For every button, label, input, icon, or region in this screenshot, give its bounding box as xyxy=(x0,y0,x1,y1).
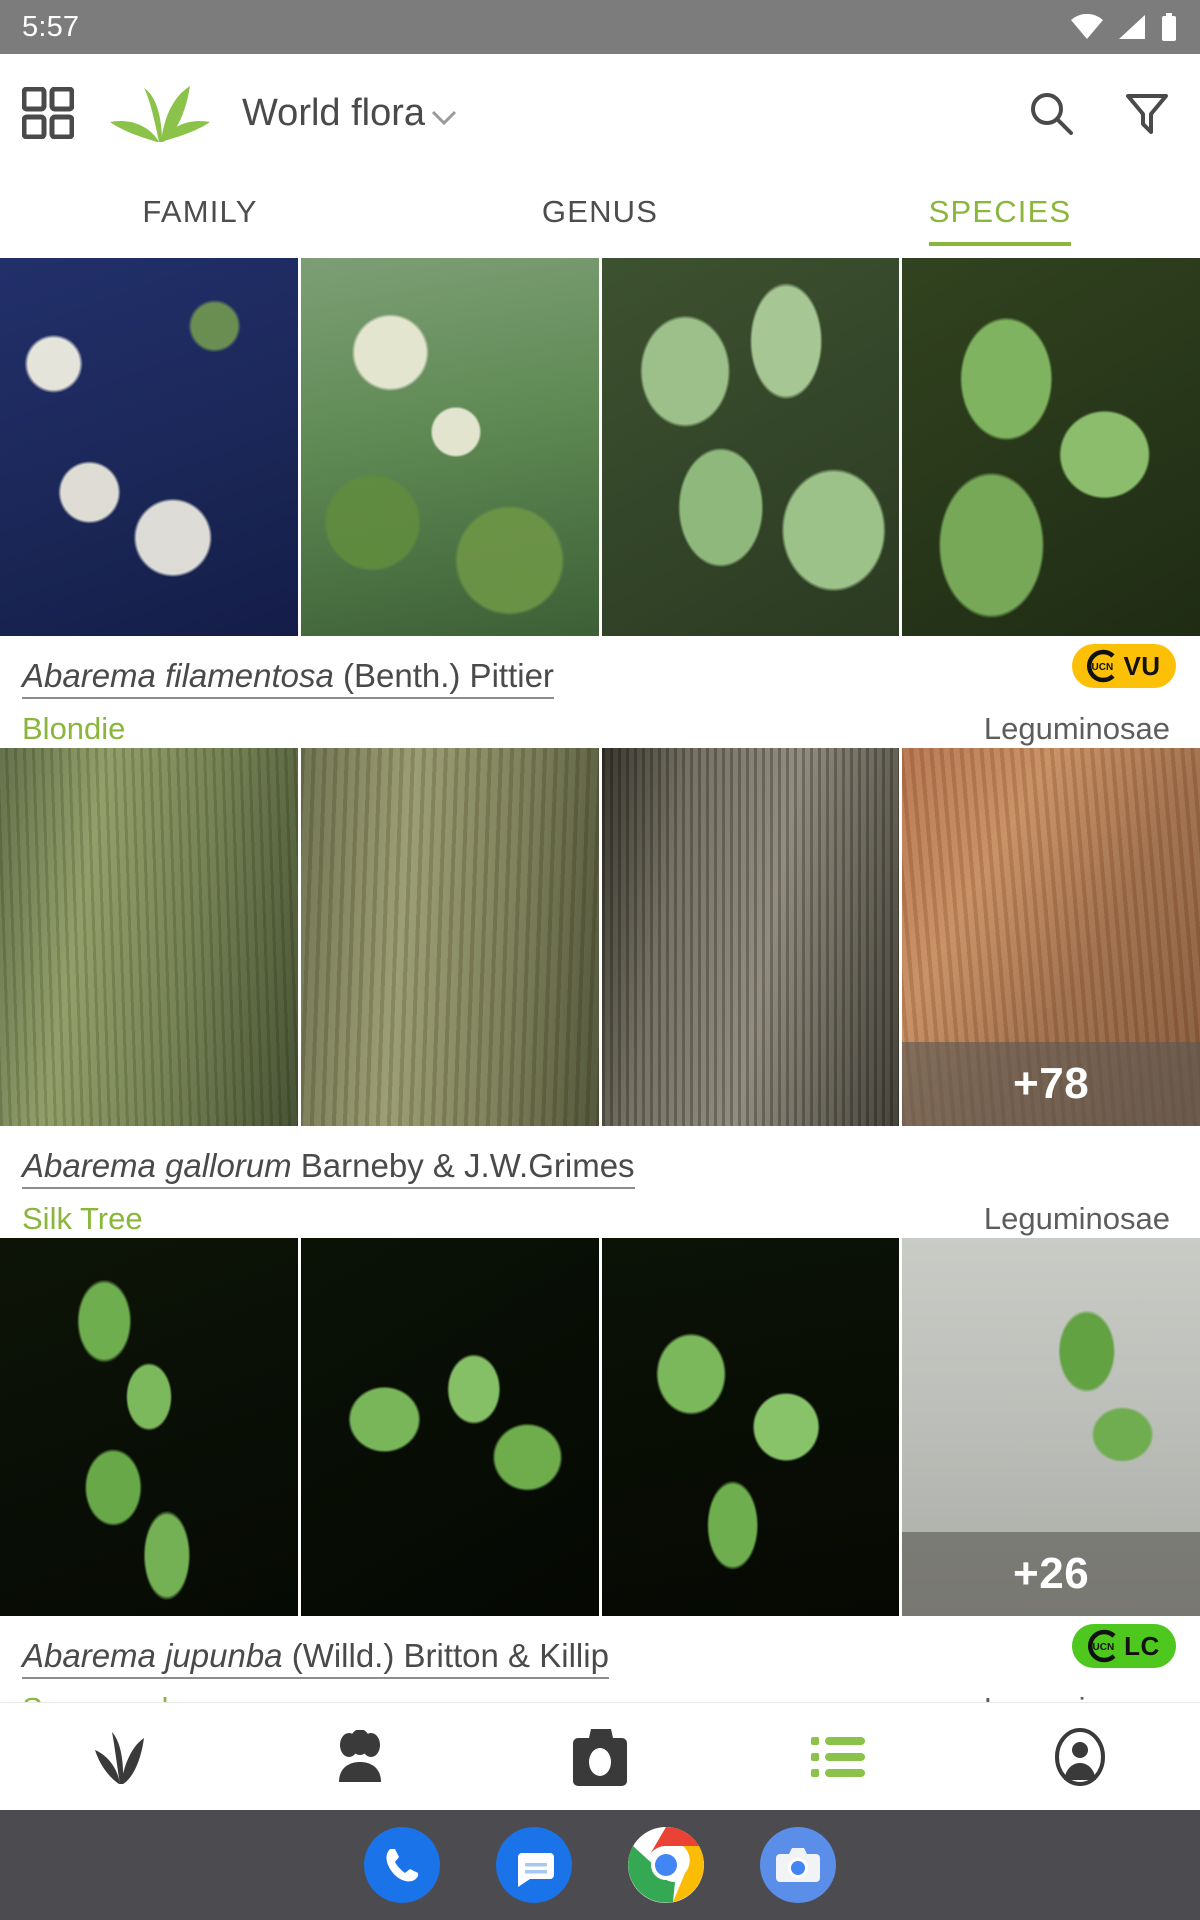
thumbnail-strip xyxy=(0,258,1200,636)
tab-bar: FAMILY GENUS SPECIES xyxy=(0,172,1200,258)
species-thumbnail[interactable] xyxy=(300,258,599,636)
species-thumbnail[interactable] xyxy=(300,748,599,1126)
iucn-logo-icon: IUCN xyxy=(1083,648,1119,684)
list-item[interactable]: +78 Abarema gallorum Barneby & J.W.Grime… xyxy=(0,748,1200,1238)
species-thumbnail[interactable] xyxy=(0,1238,298,1616)
species-thumbnail[interactable]: +26 xyxy=(902,1238,1200,1616)
iucn-code: VU xyxy=(1123,650,1161,681)
people-icon xyxy=(329,1729,391,1784)
species-thumbnail[interactable] xyxy=(601,748,900,1126)
authority: (Willd.) Britton & Killip xyxy=(291,1637,609,1674)
family-name: Leguminosae xyxy=(983,1200,1170,1236)
plant-icon xyxy=(90,1728,150,1786)
iucn-code: LC xyxy=(1124,1630,1160,1661)
more-photos-count[interactable]: +26 xyxy=(902,1532,1200,1616)
thumbnail-strip: +78 xyxy=(0,748,1200,1126)
species-subline: Silk Tree Leguminosae xyxy=(22,1201,1170,1237)
species-name-line[interactable]: Abarema filamentosa (Benth.) Pittier xyxy=(22,657,554,699)
nav-item-community[interactable] xyxy=(240,1729,480,1784)
messages-icon[interactable] xyxy=(496,1827,572,1903)
species-thumbnail[interactable] xyxy=(300,1238,599,1616)
species-thumbnail[interactable] xyxy=(601,258,900,636)
status-bar-icons xyxy=(1070,13,1178,41)
plant-leaf-logo xyxy=(104,82,214,144)
search-icon[interactable] xyxy=(1028,90,1074,136)
authority: (Benth.) Pittier xyxy=(343,657,554,694)
authority: Barneby & J.W.Grimes xyxy=(300,1147,635,1184)
species-thumbnail[interactable]: +78 xyxy=(902,748,1200,1126)
status-badge: IUCN LC xyxy=(1072,1624,1176,1668)
system-dock xyxy=(0,1810,1200,1920)
common-name: Blondie xyxy=(22,710,126,746)
species-meta: Abarema jupunba (Willd.) Britton & Killi… xyxy=(0,1616,1200,1702)
scientific-name: Abarema filamentosa xyxy=(22,657,334,694)
species-meta: Abarema filamentosa (Benth.) Pittier Blo… xyxy=(0,636,1200,748)
account-icon xyxy=(1051,1727,1109,1786)
filter-icon[interactable] xyxy=(1124,90,1170,136)
camera-app-icon[interactable] xyxy=(760,1827,836,1903)
tab-genus-label: GENUS xyxy=(541,194,659,229)
tab-genus[interactable]: GENUS xyxy=(400,172,800,242)
nav-item-list[interactable] xyxy=(720,1733,960,1781)
wifi-icon xyxy=(1070,14,1104,40)
species-name-line[interactable]: Abarema jupunba (Willd.) Britton & Killi… xyxy=(22,1637,609,1679)
status-bar: 5:57 xyxy=(0,0,1200,54)
species-subline: Soapwood Leguminosae xyxy=(22,1691,1170,1702)
thumbnail-strip: +26 xyxy=(0,1238,1200,1616)
species-meta: Abarema gallorum Barneby & J.W.Grimes Si… xyxy=(0,1126,1200,1238)
tab-family[interactable]: FAMILY xyxy=(0,172,400,242)
iucn-logo-icon: IUCN xyxy=(1084,1628,1120,1664)
more-photos-count[interactable]: +78 xyxy=(902,1042,1200,1126)
page-title[interactable]: World flora xyxy=(242,92,425,135)
svg-text:IUCN: IUCN xyxy=(1090,1642,1114,1653)
list-icon xyxy=(811,1733,869,1781)
bottom-navigation xyxy=(0,1702,1200,1810)
svg-text:IUCN: IUCN xyxy=(1089,662,1113,673)
tab-species[interactable]: SPECIES xyxy=(800,172,1200,246)
tab-species-label: SPECIES xyxy=(928,194,1072,246)
scientific-name: Abarema gallorum xyxy=(22,1147,292,1184)
family-name: Leguminosae xyxy=(983,710,1170,746)
status-bar-clock: 5:57 xyxy=(22,10,80,43)
phone-icon[interactable] xyxy=(364,1827,440,1903)
app-bar-actions xyxy=(1028,90,1170,136)
chevron-down-icon[interactable] xyxy=(431,104,457,130)
species-name-line[interactable]: Abarema gallorum Barneby & J.W.Grimes xyxy=(22,1147,635,1189)
scientific-name: Abarema jupunba xyxy=(22,1637,283,1674)
species-thumbnail[interactable] xyxy=(0,258,298,636)
species-subline: Blondie Leguminosae xyxy=(22,711,1170,747)
chrome-icon[interactable] xyxy=(628,1826,704,1903)
list-item[interactable]: Abarema filamentosa (Benth.) Pittier Blo… xyxy=(0,258,1200,748)
grid-view-icon[interactable] xyxy=(21,86,75,140)
species-thumbnail[interactable] xyxy=(601,1238,900,1616)
common-name: Soapwood xyxy=(22,1691,169,1702)
nav-item-camera[interactable] xyxy=(480,1726,720,1788)
battery-icon xyxy=(1160,13,1178,41)
nav-item-account[interactable] xyxy=(960,1727,1200,1786)
family-name: Leguminosae xyxy=(984,1691,1170,1702)
nav-item-plants[interactable] xyxy=(0,1728,240,1786)
species-list[interactable]: Abarema filamentosa (Benth.) Pittier Blo… xyxy=(0,258,1200,1702)
species-thumbnail[interactable] xyxy=(902,258,1200,636)
cell-signal-icon xyxy=(1117,14,1147,40)
tab-family-label: FAMILY xyxy=(142,194,258,229)
common-name: Silk Tree xyxy=(22,1200,143,1236)
app-root: 5:57 World flora FAMILY GENUS SPECIES Ab… xyxy=(0,0,1200,1920)
species-thumbnail[interactable] xyxy=(0,748,298,1126)
app-bar: World flora xyxy=(0,54,1200,172)
list-item[interactable]: +26 Abarema jupunba (Willd.) Britton & K… xyxy=(0,1238,1200,1702)
camera-icon xyxy=(565,1726,635,1788)
status-badge: IUCN VU xyxy=(1072,644,1176,688)
